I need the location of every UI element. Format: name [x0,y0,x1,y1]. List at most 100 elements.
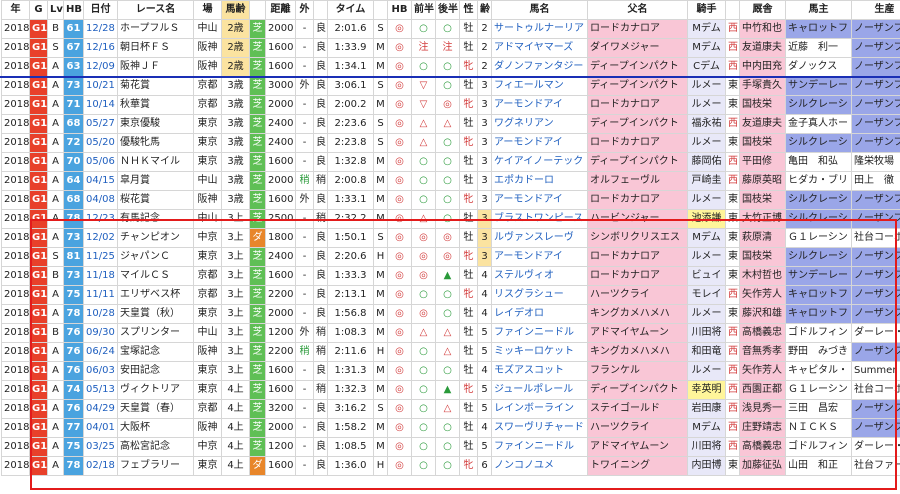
column-header[interactable]: 生産 [851,0,900,20]
table-row[interactable]: 2018 G1 B 76 09/30 スプリンター 中山 3上芝 1200 外稍 1:08.3 M ◎ △… [1,323,900,343]
column-header[interactable] [313,0,328,20]
column-header[interactable]: 厩舎 [739,0,786,20]
race-name-cell: 朝日杯ＦＳ [117,38,194,58]
column-header[interactable]: Lv [47,0,64,20]
column-header[interactable]: 前半 [411,0,436,20]
table-row[interactable]: 2018 G1 A 77 04/01 大阪杯 阪神 4上芝 2000- 良 1:58.2 M ◎ ○ ○ 牡 4… [1,418,900,438]
second-half-mark: ○ [435,152,460,172]
column-header[interactable]: 父名 [587,0,688,20]
column-header[interactable] [373,0,388,20]
going-cell: 稍 [313,209,328,229]
race-name-cell: 皐月賞 [117,171,194,191]
hb-score-cell: 73 [63,228,84,248]
region-cell: 西 [725,437,740,457]
table-row[interactable]: 2018 G1 A 75 11/11 エリザベス杯 京都 3上芝 2200- 良 2:13.1 M ◎ ○… [1,285,900,305]
second-half-mark: 注 [435,38,460,58]
table-row[interactable]: 2018 G1 A 76 04/29 天皇賞（春） 京都 4上芝 3200- 良 3:16.2 S ◎ ○… [1,399,900,419]
pace-cell: S [373,228,388,248]
time-cell: 1:08.5 [327,437,374,457]
horse-age-cell: 3 [477,171,492,191]
time-cell: 1:50.1 [327,228,374,248]
trainer-cell: 木村哲也 [739,266,786,286]
column-header[interactable]: 距離 [265,0,296,20]
horse-name-link: ダノンファンタジー [491,57,588,77]
column-header[interactable]: HB [63,0,84,20]
column-header[interactable]: 馬名 [491,0,588,20]
hb-mark-cell: ◎ [387,418,412,438]
column-header[interactable]: 馬主 [785,0,852,20]
region-cell: 東 [725,209,740,229]
column-header[interactable]: 日付 [83,0,118,20]
sire-cell: ロードカナロア [587,266,688,286]
level-cell: A [47,342,64,362]
horse-name-link: レインボーライン [491,399,588,419]
column-header[interactable]: 齢 [477,0,492,20]
column-header[interactable]: レース名 [117,0,194,20]
level-cell: A [47,285,64,305]
horse-age-cell: 3 [477,95,492,115]
column-header[interactable]: 場 [193,0,222,20]
table-row[interactable]: 2018 G1 B 61 12/28 ホープフルＳ 中山 2歳芝 2000- 良 2:01.6 S ◎ ○… [1,19,900,39]
hb-mark-cell: ◎ [387,380,412,400]
pace-cell: M [373,38,388,58]
surface-cell: ダ [249,456,266,476]
table-row[interactable]: 2018 G1 A 76 06/03 安田記念 東京 3上芝 1600- 良 1:31.3 M ◎ ○ ○ 牡… [1,361,900,381]
table-row[interactable]: 2018 G1 S 81 11/25 ジャパンＣ 東京 3上芝 2400- 良 2:20.6 H ◎ ◎ ◎… [1,247,900,267]
column-header[interactable]: 馬齢 [221,0,250,20]
age-class-cell: 4上 [221,456,250,476]
table-row[interactable]: 2018 G1 A 68 04/08 桜花賞 阪神 3歳芝 1600 外良 1:33.1 M ◎ ○ ○ 牝 3… [1,190,900,210]
date-cell: 11/25 [83,247,118,267]
surface-cell: 芝 [249,19,266,39]
surface-cell: 芝 [249,38,266,58]
hb-mark-cell: ◎ [387,190,412,210]
table-row[interactable]: 2018 G1 A 78 02/18 フェブラリー 東京 4上ダ 1600- 良 1:36.0 H ◎ ○… [1,456,900,476]
column-header[interactable]: タイム [327,0,374,20]
column-header[interactable]: 外 [295,0,314,20]
race-name-cell: 天皇賞（秋） [117,304,194,324]
age-class-cell: 2歳 [221,38,250,58]
table-row[interactable]: 2018 G1 A 76 06/24 宝塚記念 阪神 3上芝 2200 稍稍 2:11.6 H ◎ ○ △ 牡… [1,342,900,362]
jockey-cell: Mデム [687,38,726,58]
surface-cell: 芝 [249,133,266,153]
table-row[interactable]: 2018 G1 A 72 05/20 優駿牝馬 東京 3歳芝 2400- 良 2:23.8 S ◎ △ ○ 牝… [1,133,900,153]
table-row[interactable]: 2018 G1 A 73 12/02 チャンピオン 中京 3上ダ 1800- 良 1:50.1 S ◎ ◎… [1,228,900,248]
column-header[interactable]: 騎手 [687,0,726,20]
distance-cell: 1600 [265,380,296,400]
sire-cell: フランケル [587,361,688,381]
age-class-cell: 3上 [221,285,250,305]
going-cell: 良 [313,304,328,324]
table-row[interactable]: 2018 G1 S 67 12/16 朝日杯ＦＳ 阪神 2歳芝 1600- 良 1:33.9 M ◎ 注注… [1,38,900,58]
table-row[interactable]: 2018 G1 A 78 12/23 有馬記念 中山 3上芝 2500- 稍 2:32.2 M ◎ △ ○ 牡… [1,209,900,229]
hb-mark-cell: ◎ [387,399,412,419]
column-header[interactable]: G [29,0,48,20]
level-cell: A [47,95,64,115]
column-header[interactable]: 後半 [435,0,460,20]
table-row[interactable]: 2018 G1 A 78 10/28 天皇賞（秋） 東京 3上芝 2000- 良 1:56.8 M ◎ ◎… [1,304,900,324]
sex-cell: 牡 [459,342,478,362]
second-half-mark: ○ [435,285,460,305]
table-row[interactable]: 2018 G1 A 73 10/21 菊花賞 京都 3歳芝 3000 外良 3:06.1 S ◎ ▽ ○ 牡 3… [1,76,900,96]
column-header[interactable] [725,0,740,20]
table-row[interactable]: 2018 G1 A 74 05/13 ヴィクトリア 東京 4上芝 1600- 稍 1:32.3 M ◎ ○… [1,380,900,400]
sex-cell: 牡 [459,38,478,58]
column-header[interactable]: 性 [459,0,478,20]
time-cell: 2:01.6 [327,19,374,39]
table-row[interactable]: 2018 G1 B 73 11/18 マイルＣＳ 京都 3上芝 1600- 良 1:33.3 M ◎ ◎ ▲… [1,266,900,286]
table-row[interactable]: 2018 G1 A 70 05/06 ＮＨＫマイル 東京 3歳芝 1600- 良 1:32.8 M ◎ ○… [1,152,900,172]
table-row[interactable]: 2018 G1 A 63 12/09 阪神ＪＦ 阪神 2歳芝 1600- 良 1:34.1 M ◎ ○ ○ 牝… [1,57,900,77]
pace-cell: M [373,152,388,172]
breeder-cell: ダーレー・ジ [851,437,900,457]
region-cell: 東 [725,190,740,210]
breeder-cell: ノーザンファ [851,247,900,267]
horse-age-cell: 4 [477,361,492,381]
table-row[interactable]: 2018 G1 A 64 04/15 皐月賞 中山 3歳芝 2000 稍稍 2:00.8 M ◎ ○ ○ 牡 3… [1,171,900,191]
table-row[interactable]: 2018 G1 A 71 10/14 秋華賞 京都 3歳芝 2000- 良 2:00.2 M ◎ ▽ ◎ 牝 3… [1,95,900,115]
column-header[interactable]: HB [387,0,412,20]
hb-mark-cell: ◎ [387,19,412,39]
column-header[interactable] [249,0,266,20]
column-header[interactable]: 年 [1,0,30,20]
table-row[interactable]: 2018 G1 A 75 03/25 高松宮記念 中京 4上芝 1200- 良 1:08.5 M ◎ ○ ○… [1,437,900,457]
surface-cell: 芝 [249,342,266,362]
table-row[interactable]: 2018 G1 A 68 05/27 東京優駿 東京 3歳芝 2400- 良 2:23.6 S ◎ △ △ 牡… [1,114,900,134]
sex-cell: 牝 [459,95,478,115]
